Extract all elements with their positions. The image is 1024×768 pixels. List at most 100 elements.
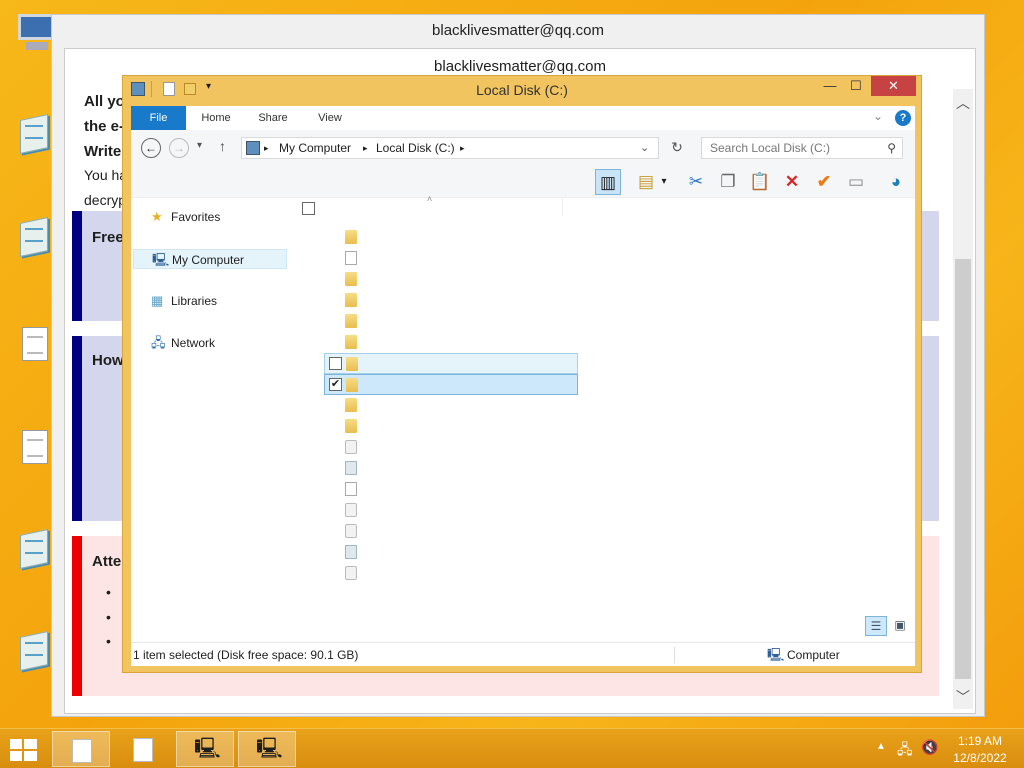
note-scrollbar[interactable]: ︿ ﹀ — [953, 89, 973, 709]
file-row[interactable] — [324, 353, 578, 374]
system-file-icon — [345, 524, 357, 538]
navigation-pane: ★ Favorites 🖳 My Computer ▦ Libraries 🖧 … — [131, 198, 301, 642]
desktop-notepad-icon[interactable] — [16, 529, 52, 570]
recent-dropdown-icon[interactable]: ▾ — [197, 140, 202, 151]
windows-start-button[interactable] — [10, 739, 38, 761]
folder-options-icon[interactable]: ▤ — [633, 169, 659, 195]
taskbar-notepad-button[interactable] — [52, 731, 110, 767]
explorer-title: Local Disk (C:) — [476, 82, 568, 98]
breadcrumb-item[interactable]: My Computer — [279, 138, 351, 158]
scroll-down-icon[interactable]: ﹀ — [955, 687, 971, 707]
maximize-button[interactable]: ☐ — [843, 76, 869, 96]
chevron-right-icon[interactable]: ▸ — [264, 138, 269, 158]
explorer-titlebar[interactable]: ▾ Local Disk (C:) — ☐ ✕ — [123, 76, 921, 104]
file-row[interactable] — [324, 248, 578, 269]
file-row[interactable] — [324, 542, 578, 563]
system-file-icon — [345, 503, 357, 517]
explorer-body: ★ Favorites 🖳 My Computer ▦ Libraries 🖧 … — [131, 194, 915, 642]
column-header[interactable]: ˄ — [301, 194, 563, 216]
explorer-window[interactable]: ▾ Local Disk (C:) — ☐ ✕ File Home Share … — [122, 75, 922, 673]
network-icon[interactable]: 🖧 — [897, 739, 913, 763]
computer-icon: 🖳 — [152, 252, 170, 267]
desktop-notepad-icon[interactable] — [16, 631, 52, 672]
desktop-notepad-icon[interactable] — [16, 114, 52, 155]
file-row[interactable] — [324, 479, 578, 500]
refresh-icon[interactable]: ↻ — [666, 139, 688, 159]
file-row[interactable] — [324, 416, 578, 437]
nav-item-favorites[interactable]: ★ Favorites — [133, 207, 287, 227]
taskbar-notepad-button[interactable] — [114, 731, 172, 767]
volume-muted-icon[interactable]: 🔇 — [921, 739, 938, 756]
taskbar-computer-button[interactable]: 🖳 — [238, 731, 296, 767]
file-row[interactable] — [324, 227, 578, 248]
bullet-icon: • — [106, 584, 111, 600]
file-row[interactable] — [324, 563, 578, 584]
large-icons-view-icon[interactable]: ▣ — [889, 616, 911, 636]
back-icon[interactable]: ← — [141, 138, 161, 158]
file-row[interactable] — [324, 290, 578, 311]
globe-icon[interactable]: ◕ — [883, 169, 909, 195]
chevron-right-icon[interactable]: ▸ — [460, 138, 465, 158]
file-row[interactable] — [324, 458, 578, 479]
tab-home[interactable]: Home — [191, 106, 241, 130]
preview-pane-icon[interactable]: ▥ — [595, 169, 621, 195]
ribbon-expand-icon[interactable]: ⌄ — [873, 109, 883, 123]
desktop-document-icon[interactable] — [16, 325, 52, 365]
scrollbar-thumb[interactable] — [955, 259, 971, 679]
paste-icon[interactable]: 📋 — [747, 169, 773, 195]
show-hidden-icons-icon[interactable]: ▲ — [876, 741, 886, 752]
select-all-checkbox[interactable] — [302, 202, 315, 215]
checkmark-icon[interactable]: ✔ — [811, 169, 837, 195]
file-row[interactable] — [324, 332, 578, 353]
nav-item-libraries[interactable]: ▦ Libraries — [133, 291, 287, 311]
nav-item-my-computer[interactable]: 🖳 My Computer — [133, 249, 287, 269]
tab-view[interactable]: View — [305, 106, 355, 130]
scroll-up-icon[interactable]: ︿ — [955, 93, 971, 113]
rename-icon[interactable]: ▭ — [843, 169, 869, 195]
desktop-notepad-icon[interactable] — [16, 217, 52, 258]
close-button[interactable]: ✕ — [871, 76, 916, 96]
nav-item-network[interactable]: 🖧 Network — [133, 333, 287, 353]
drive-icon — [246, 141, 260, 155]
details-view-icon[interactable]: ☰ — [865, 616, 887, 636]
file-row[interactable] — [324, 500, 578, 521]
file-row[interactable] — [324, 521, 578, 542]
network-icon: 🖧 — [151, 335, 166, 350]
folder-icon — [345, 230, 357, 244]
document-icon — [133, 738, 153, 762]
chevron-right-icon[interactable]: ▸ — [363, 138, 368, 158]
minimize-button[interactable]: — — [817, 76, 843, 96]
tab-file[interactable]: File — [131, 106, 186, 130]
search-input[interactable]: Search Local Disk (C:) ⚲ — [701, 137, 903, 159]
breadcrumb-item[interactable]: Local Disk (C:) — [376, 138, 455, 158]
copy-icon[interactable]: ❐ — [715, 169, 741, 195]
up-icon[interactable]: ↑ — [219, 138, 226, 154]
file-row[interactable] — [324, 269, 578, 290]
file-row[interactable]: ✔ — [324, 374, 578, 395]
address-path[interactable]: ▸ My Computer ▸ Local Disk (C:) ▸ ⌄ — [241, 137, 659, 159]
clock-date[interactable]: 12/8/2022 — [950, 751, 1010, 765]
nav-item-label: Libraries — [171, 294, 218, 308]
row-checkbox[interactable] — [329, 357, 342, 370]
help-icon[interactable]: ? — [895, 110, 911, 126]
delete-icon[interactable]: ✕ — [779, 169, 805, 195]
sort-ascending-icon[interactable]: ˄ — [427, 194, 432, 204]
computer-icon: 🖳 — [256, 738, 283, 760]
chevron-down-icon[interactable]: ▾ — [657, 169, 671, 195]
file-row[interactable] — [324, 395, 578, 416]
forward-icon[interactable]: → — [169, 138, 189, 158]
file-row[interactable] — [324, 311, 578, 332]
clock-time[interactable]: 1:19 AM — [950, 734, 1010, 748]
file-row[interactable] — [324, 437, 578, 458]
desktop-document-icon[interactable] — [16, 428, 52, 468]
box-heading: Free — [92, 229, 124, 246]
system-file-icon — [345, 440, 357, 454]
taskbar-computer-button[interactable]: 🖳 — [176, 731, 234, 767]
chevron-down-icon[interactable]: ⌄ — [640, 138, 649, 158]
search-icon[interactable]: ⚲ — [887, 138, 896, 158]
file-list: ˄ ✔ — [301, 194, 915, 642]
tab-share[interactable]: Share — [248, 106, 298, 130]
row-checkbox[interactable]: ✔ — [329, 378, 342, 391]
search-placeholder: Search Local Disk (C:) — [710, 141, 831, 155]
cut-icon[interactable]: ✂ — [683, 169, 709, 195]
